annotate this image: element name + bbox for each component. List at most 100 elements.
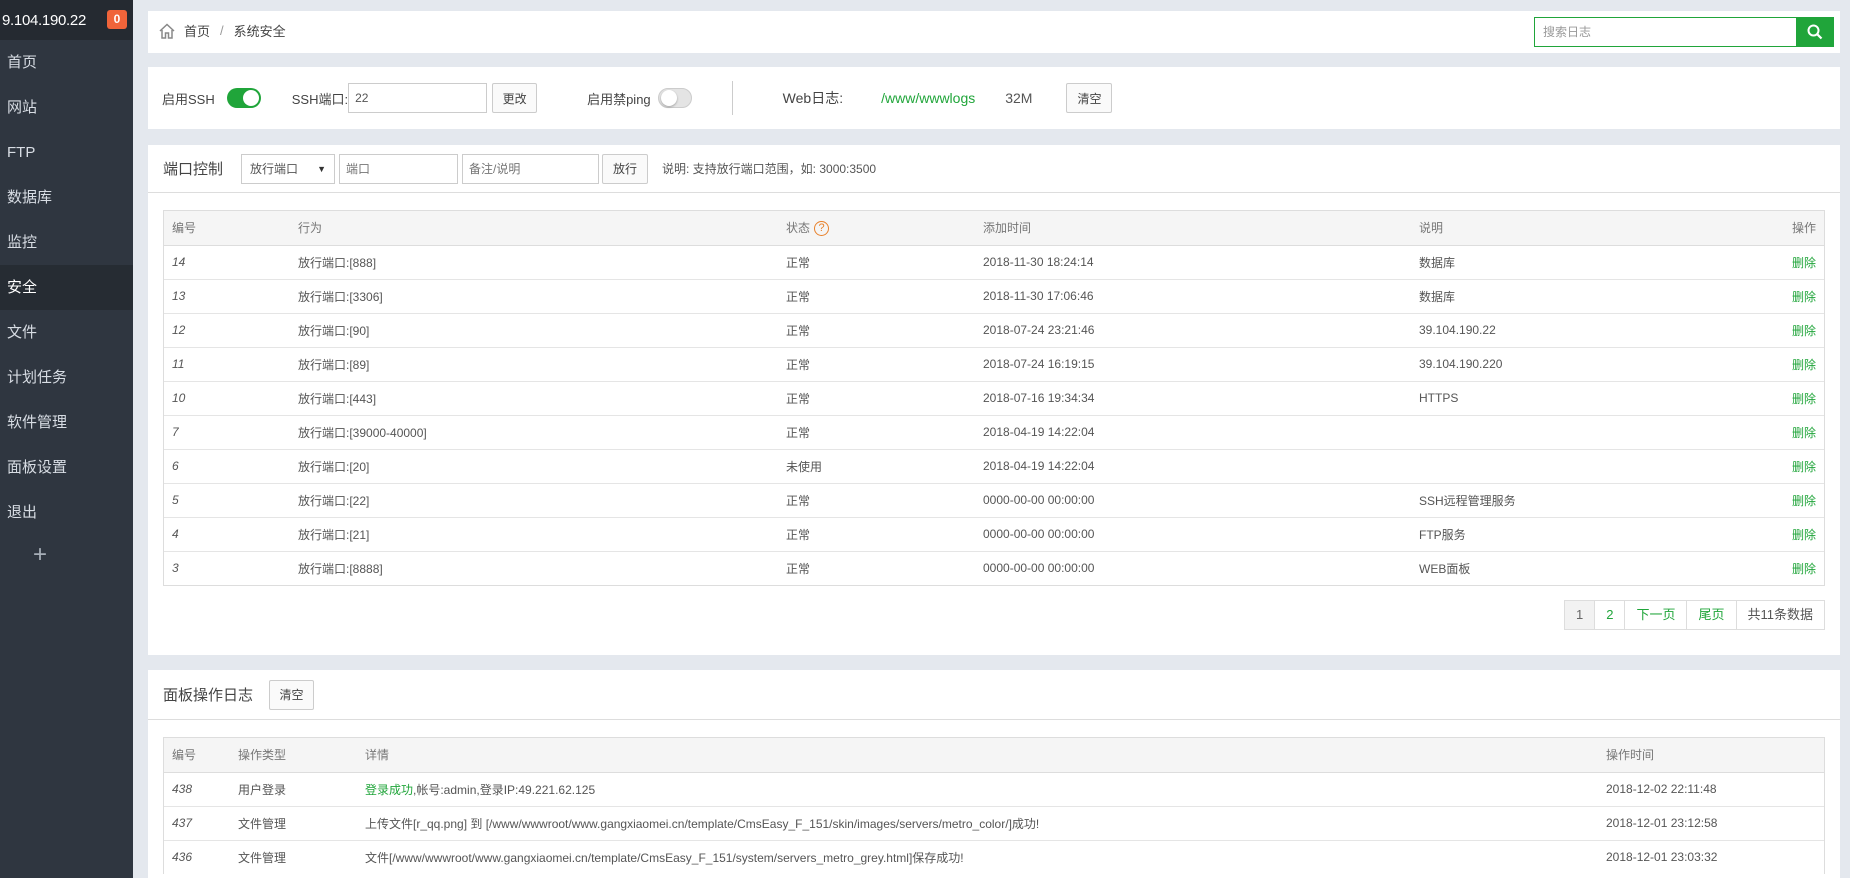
search-icon bbox=[1807, 24, 1823, 40]
port-action-value: 放行端口 bbox=[250, 162, 299, 176]
ping-label: 启用禁ping bbox=[587, 91, 651, 107]
clear-log-button[interactable]: 清空 bbox=[269, 679, 315, 710]
sidebar-item[interactable]: 退出 bbox=[0, 490, 133, 535]
log-table: 编号 操作类型 详情 操作时间 438 用户登录 登录成功,帐号:admin,登录I… bbox=[163, 737, 1825, 874]
col-status: 状态? bbox=[778, 211, 975, 246]
row-note bbox=[1411, 449, 1764, 484]
port-action-select[interactable]: 放行端口 ▼ bbox=[241, 153, 336, 184]
log-col-time: 操作时间 bbox=[1598, 738, 1824, 773]
last-page-button[interactable]: 尾页 bbox=[1687, 601, 1737, 629]
row-note: 数据库 bbox=[1411, 245, 1764, 280]
log-col-id: 编号 bbox=[164, 738, 230, 773]
delete-link[interactable]: 删除 bbox=[1764, 245, 1824, 280]
table-row: 6 放行端口:[20] 未使用 2018-04-19 14:22:04 删除 bbox=[164, 449, 1824, 484]
sidebar-item[interactable]: 监控 bbox=[0, 220, 133, 265]
row-action: 放行端口:[21] bbox=[290, 517, 778, 552]
row-id: 4 bbox=[164, 517, 290, 552]
row-time: 2018-11-30 18:24:14 bbox=[975, 245, 1411, 280]
row-id: 11 bbox=[164, 347, 290, 382]
col-status-label: 状态 bbox=[786, 221, 811, 236]
row-action: 放行端口:[443] bbox=[290, 381, 778, 416]
add-icon[interactable]: + bbox=[0, 535, 80, 580]
sidebar: 9.104.190.22 0 首页 网站 FTP 数据库 监控 安全 文件 计划任务 软件管理面… bbox=[0, 0, 133, 878]
row-id: 6 bbox=[164, 449, 290, 484]
sidebar-item[interactable]: 面板设置 bbox=[0, 445, 133, 490]
delete-link[interactable]: 删除 bbox=[1764, 415, 1824, 450]
page-1[interactable]: 1 bbox=[1565, 601, 1596, 629]
sidebar-item[interactable]: 数据库 bbox=[0, 175, 133, 220]
table-row: 4 放行端口:[21] 正常 0000-00-00 00:00:00 FTP服务 删除 bbox=[164, 517, 1824, 552]
search-input[interactable] bbox=[1534, 17, 1796, 47]
weblog-path[interactable]: /www/wwwlogs bbox=[881, 90, 975, 106]
home-icon[interactable] bbox=[158, 22, 176, 40]
log-id: 437 bbox=[164, 806, 230, 841]
delete-link[interactable]: 删除 bbox=[1764, 381, 1824, 416]
col-note: 说明 bbox=[1411, 211, 1764, 246]
delete-link[interactable]: 删除 bbox=[1764, 449, 1824, 484]
allow-port-button[interactable]: 放行 bbox=[602, 153, 649, 184]
clear-weblog-button[interactable]: 清空 bbox=[1066, 83, 1113, 113]
col-id: 编号 bbox=[164, 211, 290, 246]
sidebar-item[interactable]: 计划任务 bbox=[0, 355, 133, 400]
sidebar-item[interactable]: 安全 bbox=[0, 265, 133, 310]
panel-log: 面板操作日志 清空 编号 操作类型 详情 操作时间 438 用户登录 登录成功,帐号… bbox=[148, 670, 1840, 878]
caret-down-icon: ▼ bbox=[317, 163, 327, 174]
log-col-detail: 详情 bbox=[357, 738, 1598, 773]
next-page-button[interactable]: 下一页 bbox=[1625, 601, 1688, 629]
port-input[interactable] bbox=[339, 153, 459, 184]
sidebar-item[interactable]: 网站 bbox=[0, 85, 133, 130]
row-status: 正常 bbox=[778, 381, 975, 416]
log-detail: 上传文件[r_qq.png] 到 [/www/wwwroot/www.gangx… bbox=[357, 806, 1598, 841]
log-detail-status: 登录成功 bbox=[365, 782, 414, 797]
delete-link[interactable]: 删除 bbox=[1764, 551, 1824, 585]
pagination: 1 2 下一页 尾页 共11条数据 bbox=[1564, 600, 1825, 630]
ping-toggle[interactable] bbox=[657, 88, 692, 108]
row-status: 正常 bbox=[778, 517, 975, 552]
sidebar-item[interactable]: 首页 bbox=[0, 40, 133, 85]
delete-link[interactable]: 删除 bbox=[1764, 483, 1824, 518]
row-status: 未使用 bbox=[778, 449, 975, 484]
sidebar-item[interactable]: FTP bbox=[0, 130, 133, 175]
change-port-button[interactable]: 更改 bbox=[492, 83, 538, 113]
log-row: 438 用户登录 登录成功,帐号:admin,登录IP:49.221.62.125 2… bbox=[164, 772, 1824, 807]
log-detail-text: ,帐号:admin,登录IP:49.221.62.125 bbox=[413, 782, 596, 797]
log-id: 438 bbox=[164, 772, 230, 807]
delete-link[interactable]: 删除 bbox=[1764, 279, 1824, 314]
breadcrumb-home[interactable]: 首页 bbox=[184, 21, 210, 40]
port-table: 编号 行为 状态? 添加时间 说明 操作 14 放行端口:[888] 正常 2018-… bbox=[163, 210, 1825, 586]
row-time: 0000-00-00 00:00:00 bbox=[975, 517, 1411, 552]
row-action: 放行端口:[888] bbox=[290, 245, 778, 280]
log-row: 436 文件管理 文件[/www/wwwroot/www.gangxiaomei.c… bbox=[164, 840, 1824, 874]
breadcrumb: 首页 / 系统安全 bbox=[158, 21, 286, 40]
row-status: 正常 bbox=[778, 415, 975, 450]
sidebar-item[interactable]: 软件管理 bbox=[0, 400, 133, 445]
delete-link[interactable]: 删除 bbox=[1764, 517, 1824, 552]
port-control-panel: 端口控制 放行端口 ▼ 放行 说明: 支持放行端口范围，如: 3000:3500… bbox=[148, 145, 1840, 655]
panel-log-header: 面板操作日志 清空 bbox=[148, 670, 1840, 720]
row-time: 2018-04-19 14:22:04 bbox=[975, 415, 1411, 450]
row-action: 放行端口:[8888] bbox=[298, 561, 383, 576]
table-row: 12 放行端口:[90] 正常 2018-07-24 23:21:46 39.104.1… bbox=[164, 313, 1824, 348]
ssh-port-input[interactable] bbox=[348, 83, 488, 113]
row-time: 2018-07-16 19:34:34 bbox=[975, 381, 1411, 416]
table-row: 13 放行端口:[3306] 正常 2018-11-30 17:06:46 数据库 删除 bbox=[164, 279, 1824, 314]
notification-badge[interactable]: 0 bbox=[107, 10, 127, 29]
row-status: 正常 bbox=[778, 313, 975, 348]
delete-link[interactable]: 删除 bbox=[1764, 313, 1824, 348]
row-id: 13 bbox=[164, 279, 290, 314]
log-detail-text: 上传文件[r_qq.png] 到 [/www/wwwroot/www.gangx… bbox=[365, 816, 1040, 831]
weblog-size: 32M bbox=[1005, 90, 1033, 106]
page-2[interactable]: 2 bbox=[1595, 601, 1626, 629]
help-icon[interactable]: ? bbox=[814, 221, 830, 237]
breadcrumb-current: 系统安全 bbox=[233, 24, 286, 39]
log-type: 文件管理 bbox=[238, 850, 287, 865]
breadcrumb-separator: / bbox=[220, 23, 224, 38]
search-button[interactable] bbox=[1796, 17, 1834, 47]
delete-link[interactable]: 删除 bbox=[1764, 347, 1824, 382]
port-note-input[interactable] bbox=[462, 153, 600, 184]
row-status: 正常 bbox=[786, 561, 811, 576]
sidebar-item[interactable]: 文件 bbox=[0, 310, 133, 355]
ssh-toggle[interactable] bbox=[226, 88, 261, 108]
log-detail: 登录成功,帐号:admin,登录IP:49.221.62.125 bbox=[357, 772, 1598, 807]
port-hint: 说明: 支持放行端口范围，如: 3000:3500 bbox=[662, 162, 877, 176]
